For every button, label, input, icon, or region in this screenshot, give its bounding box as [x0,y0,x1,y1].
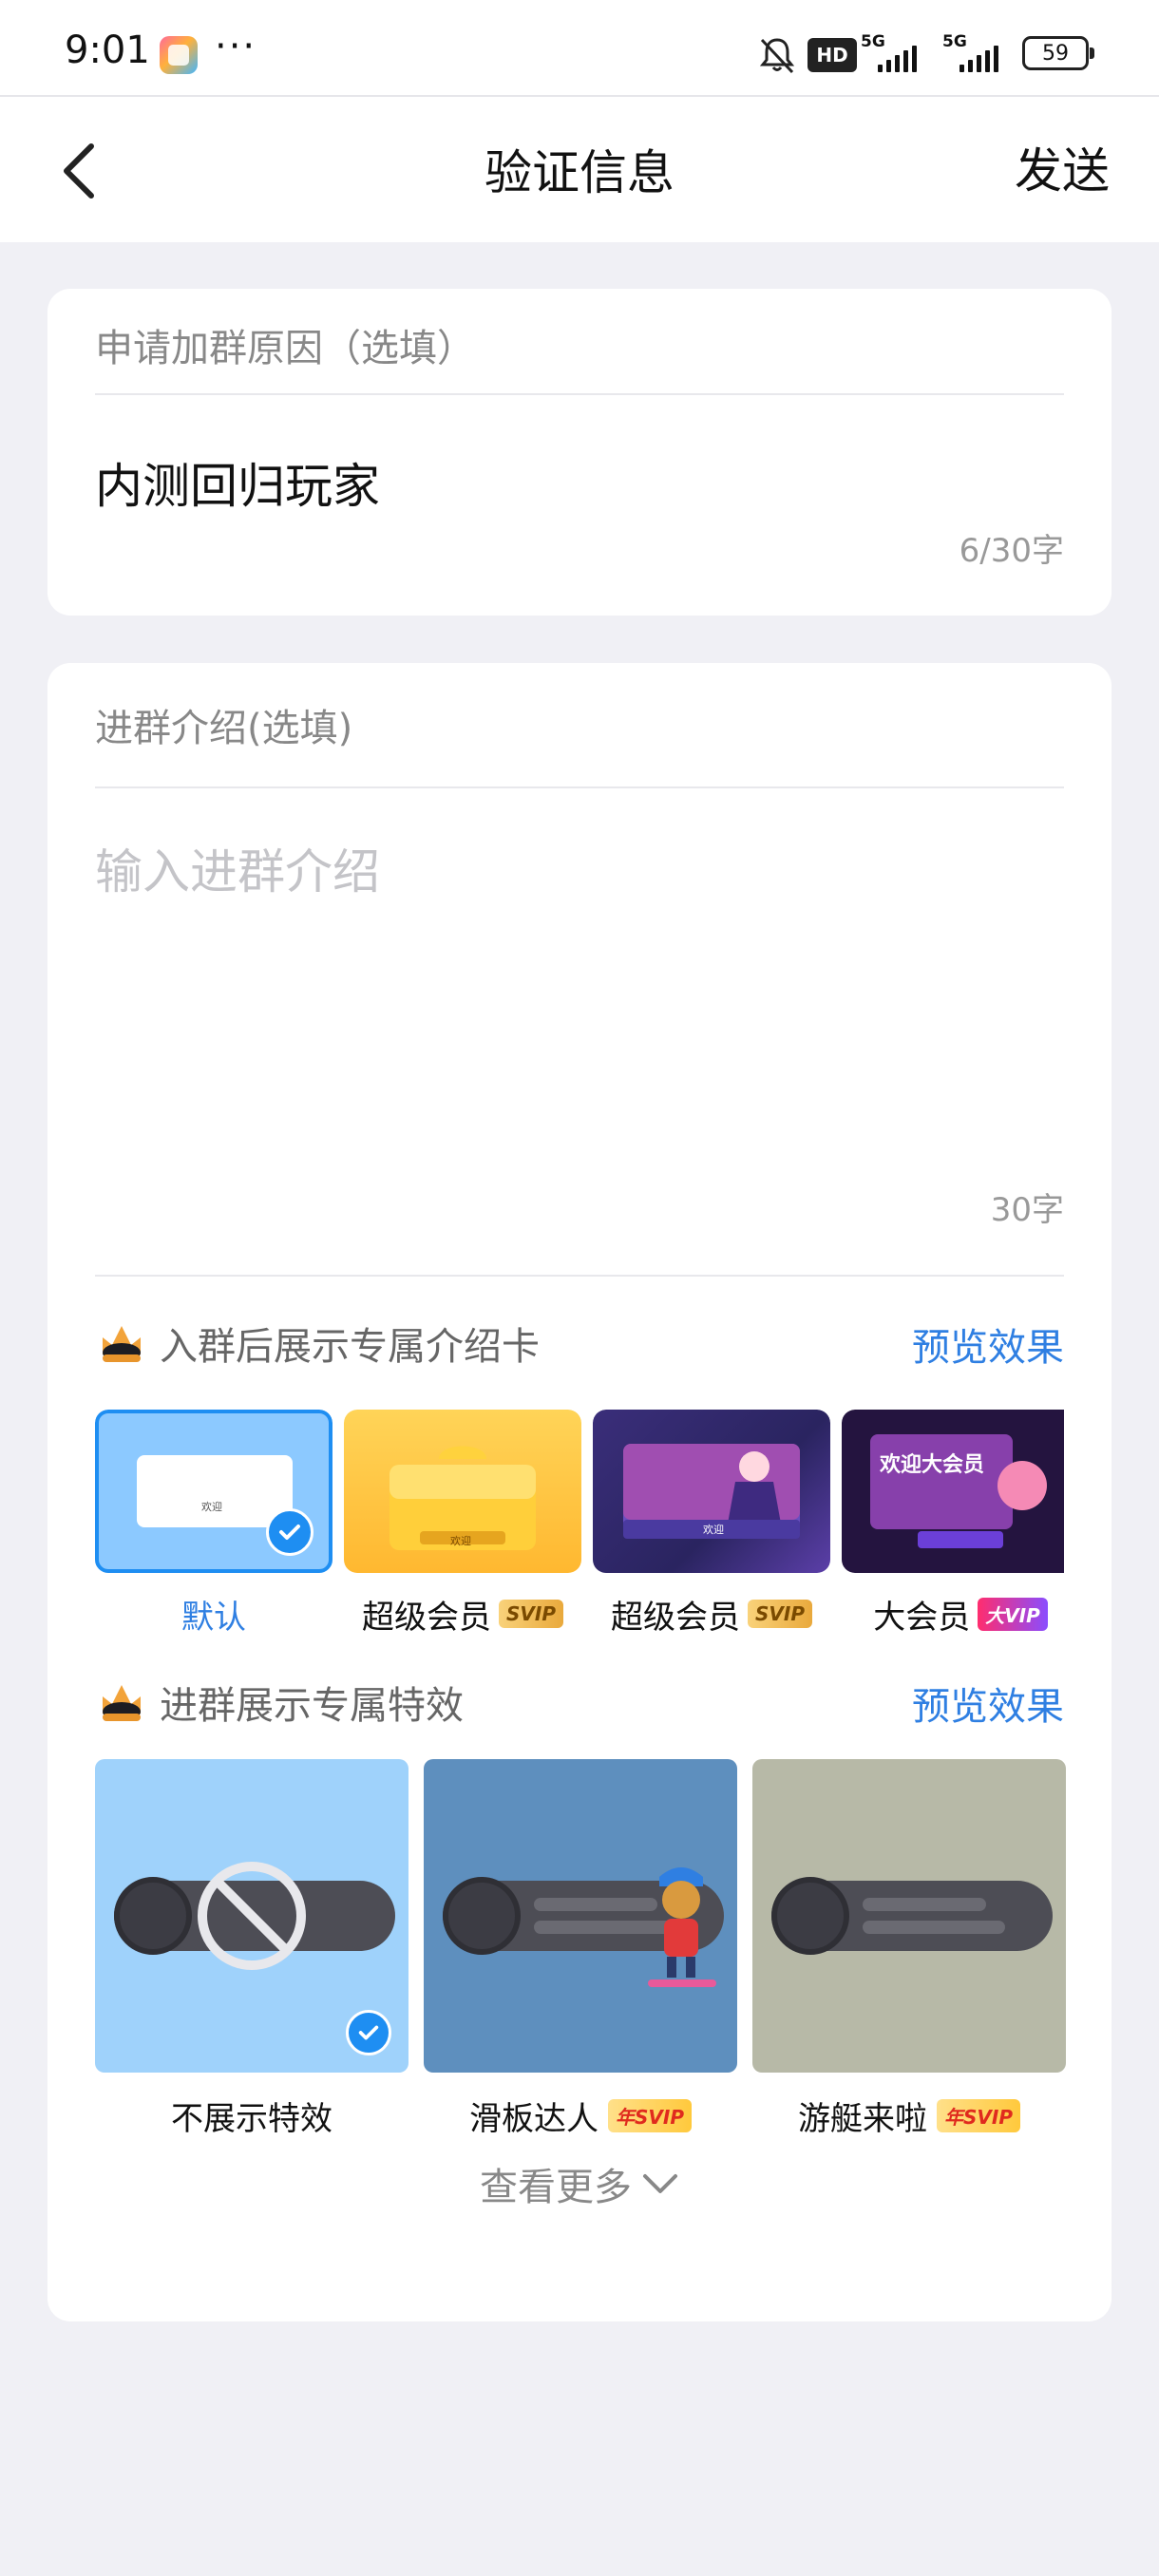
svip-badge: SVIP [499,1600,563,1628]
more-notifications-icon: ··· [215,25,257,68]
mini-card: 欢迎 [137,1455,293,1527]
effect-label: 游艇来啦 [798,2099,927,2138]
signal-icon: 5G [861,32,918,74]
intro-card-list: 欢迎 默认 欢迎 超级会员 SVIP 欢迎 超级会员 SVIP 欢迎大会员 大会… [95,1410,1064,1638]
preview-intro-card-link[interactable]: 预览效果 [912,1316,1064,1372]
avatar [114,1877,192,1955]
send-button[interactable]: 发送 [1015,133,1110,201]
annual-svip-badge: 年SVIP [608,2098,692,2132]
effect-header: 进群展示专属特效 [95,1674,464,1731]
gallery-app-icon [160,36,198,74]
see-more-label: 查看更多 [480,2166,632,2209]
bell-muted-icon [759,38,795,74]
annual-svip-badge: 年SVIP [937,2098,1020,2132]
crown-icon [103,1326,141,1362]
skateboard-dog-icon [648,1867,716,1987]
avatar [771,1877,849,1955]
join-reason-label: 申请加群原因（选填） [95,327,475,370]
status-time: 9:01 [65,28,150,72]
intro-card-label: 超级会员 [611,1598,740,1637]
placeholder-line [863,1921,1005,1934]
join-reason-input[interactable]: 内测回归玩家 [95,448,380,517]
avatar [443,1877,521,1955]
intro-card-title: 入群后展示专属介绍卡 [160,1325,540,1369]
hero-card-icon [623,1444,800,1539]
status-bar: 9:01 ··· HD 5G 5G 59 [0,0,1159,95]
page-title: 验证信息 [484,145,674,200]
effect-label-row: 不展示特效 [95,2092,408,2139]
default-card-thumb: 欢迎 [95,1410,332,1573]
signal-icon: 5G [942,32,1009,74]
effect-capsule [771,1877,1053,1955]
join-intro-label: 进群介绍(选填) [95,707,353,750]
welcome-banner-text: 欢迎大会员 [880,1453,985,1477]
intro-card-label: 大会员 [873,1598,971,1637]
intro-card-label: 默认 [181,1598,246,1637]
mini-card-text: 欢迎 [703,1524,724,1536]
effect-label-row: 游艇来啦 年SVIP [752,2092,1066,2139]
big-vip-thumb: 欢迎大会员 [842,1410,1064,1573]
gold-box-icon [390,1446,536,1550]
svip-gold-thumb: 欢迎 [344,1410,581,1573]
hd-voice-icon: HD [808,38,857,72]
intro-card-default[interactable]: 欢迎 默认 [95,1410,332,1638]
intro-card-svip-gold[interactable]: 欢迎 超级会员 SVIP [344,1410,581,1638]
join-reason-card: 申请加群原因（选填） 内测回归玩家 6/30字 [48,289,1112,616]
svip-badge: SVIP [748,1600,812,1628]
welcome-banner-icon [870,1434,1047,1548]
intro-card-header: 入群后展示专属介绍卡 [95,1315,540,1372]
no-entry-icon [198,1862,306,1970]
selected-check-icon [346,2010,391,2055]
effect-label: 不展示特效 [171,2099,332,2138]
join-intro-card: 进群介绍(选填) 输入进群介绍 30字 入群后展示专属介绍卡 预览效果 欢迎 默 [48,663,1112,2321]
effect-label-row: 滑板达人 年SVIP [424,2092,737,2139]
battery-icon: 59 [1022,36,1094,70]
mini-card-text: 欢迎 [201,1501,222,1513]
divider [95,1275,1064,1277]
effect-none[interactable] [95,1759,408,2073]
intro-char-counter: 30字 [990,1191,1064,1229]
effect-list: 不展示特效 滑板达人 年SVIP 游艇来啦 年SVIP [95,1759,1066,2139]
crown-icon [103,1685,141,1721]
nav-bar: 验证信息 发送 [0,95,1159,242]
intro-card-label: 超级会员 [362,1598,491,1637]
chevron-down-icon [643,2174,677,2193]
svip-purple-thumb: 欢迎 [593,1410,830,1573]
effect-skateboard[interactable] [424,1759,737,2073]
big-vip-badge: 大VIP [978,1597,1048,1631]
selected-check-icon [266,1508,314,1556]
mini-card-text: 欢迎 [450,1535,471,1547]
see-more-button[interactable]: 查看更多 [48,2156,1112,2211]
join-intro-input[interactable]: 输入进群介绍 [95,834,380,902]
battery-level: 59 [1042,41,1069,66]
placeholder-line [863,1898,986,1911]
reason-char-counter: 6/30字 [959,532,1064,570]
effect-yacht[interactable] [752,1759,1066,2073]
divider [95,786,1064,788]
preview-effect-link[interactable]: 预览效果 [912,1676,1064,1731]
intro-card-svip-purple[interactable]: 欢迎 超级会员 SVIP [593,1410,830,1638]
effect-title: 进群展示专属特效 [160,1684,464,1728]
effect-label: 滑板达人 [469,2099,598,2138]
intro-card-big-vip[interactable]: 欢迎大会员 大会员 大VIP [842,1410,1064,1638]
divider [95,393,1064,395]
